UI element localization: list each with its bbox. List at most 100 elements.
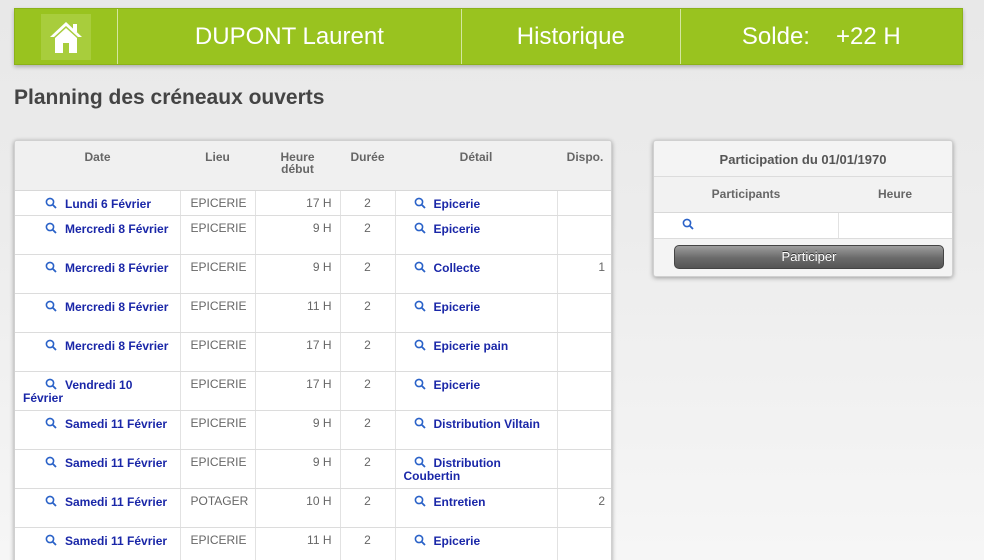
date-link[interactable]: Samedi 11 Février	[65, 417, 167, 431]
magnifier-icon[interactable]	[45, 417, 57, 431]
duree-cell: 2	[340, 254, 396, 294]
col-header-heure: Heure	[838, 177, 952, 213]
date-link[interactable]: Mercredi 8 Février	[65, 261, 168, 275]
participant-cell[interactable]	[654, 212, 839, 239]
heure-cell: 9 H	[255, 215, 341, 255]
detail-cell[interactable]: Distribution Viltain	[395, 410, 558, 450]
col-header-duree[interactable]: Durée	[340, 141, 395, 191]
magnifier-icon[interactable]	[45, 222, 57, 236]
lieu-cell: POTAGER	[180, 488, 256, 528]
dispo-cell	[557, 332, 611, 372]
col-header-heure-debut[interactable]: Heure début	[255, 141, 340, 191]
dispo-cell	[557, 190, 611, 216]
table-row: Vendredi 10 Février EPICERIE 17 H 2 Epicerie	[15, 371, 611, 411]
lieu-cell: EPICERIE	[180, 332, 256, 372]
duree-cell: 2	[340, 332, 396, 372]
table-row: Mercredi 8 Février EPICERIE 11 H 2 Epicerie	[15, 293, 611, 333]
date-cell[interactable]: Samedi 11 Février	[15, 488, 181, 528]
date-cell[interactable]: Mercredi 8 Février	[15, 293, 181, 333]
detail-cell[interactable]: Epicerie	[395, 190, 558, 216]
date-cell[interactable]: Mercredi 8 Février	[15, 332, 181, 372]
magnifier-icon[interactable]	[414, 495, 426, 509]
lieu-cell: EPICERIE	[180, 293, 256, 333]
dispo-cell	[557, 215, 611, 255]
col-header-date[interactable]: Date	[15, 141, 180, 191]
detail-link[interactable]: Epicerie pain	[434, 339, 509, 353]
magnifier-icon[interactable]	[414, 339, 426, 353]
solde-display: Solde: +22 H	[681, 9, 962, 64]
detail-cell[interactable]: Entretien	[395, 488, 558, 528]
detail-link[interactable]: Distribution Viltain	[434, 417, 540, 431]
date-cell[interactable]: Mercredi 8 Février	[15, 215, 181, 255]
participation-table: Participants Heure	[654, 177, 952, 239]
date-link[interactable]: Samedi 11 Février	[65, 495, 167, 509]
duree-cell: 2	[340, 527, 396, 560]
duree-cell: 2	[340, 488, 396, 528]
detail-cell[interactable]: Epicerie pain	[395, 332, 558, 372]
date-link[interactable]: Mercredi 8 Février	[65, 339, 168, 353]
lieu-cell: EPICERIE	[180, 190, 256, 216]
detail-cell[interactable]: Epicerie	[395, 527, 558, 560]
dispo-cell	[557, 371, 611, 411]
participant-heure-cell	[838, 212, 952, 239]
table-row: Samedi 11 Février EPICERIE 9 H 2 Distributio…	[15, 449, 611, 489]
participer-button[interactable]: Participer	[674, 244, 944, 269]
detail-cell[interactable]: Collecte	[395, 254, 558, 294]
heure-cell: 9 H	[255, 410, 341, 450]
magnifier-icon[interactable]	[45, 339, 57, 353]
magnifier-icon[interactable]	[414, 261, 426, 275]
date-link[interactable]: Samedi 11 Février	[65, 534, 167, 548]
table-row: Mercredi 8 Février EPICERIE 17 H 2 Epicerie …	[15, 332, 611, 372]
planning-table-panel: Date Lieu Heure début Durée Détail Dispo…	[14, 140, 612, 560]
magnifier-icon[interactable]	[682, 218, 694, 232]
detail-link[interactable]: Epicerie	[434, 378, 481, 392]
solde-value: +22 H	[835, 22, 901, 50]
magnifier-icon[interactable]	[414, 197, 426, 211]
historique-link[interactable]: Historique	[462, 9, 681, 64]
date-link[interactable]: Vendredi 10 Février	[23, 378, 132, 405]
date-cell[interactable]: Mercredi 8 Février	[15, 254, 181, 294]
date-cell[interactable]: Samedi 11 Février	[15, 410, 181, 450]
date-cell[interactable]: Samedi 11 Février	[15, 527, 181, 560]
lieu-cell: EPICERIE	[180, 410, 256, 450]
detail-cell[interactable]: Epicerie	[395, 293, 558, 333]
date-link[interactable]: Mercredi 8 Février	[65, 300, 168, 314]
user-name[interactable]: DUPONT Laurent	[118, 9, 463, 64]
duree-cell: 2	[340, 410, 396, 450]
heure-cell: 10 H	[255, 488, 341, 528]
magnifier-icon[interactable]	[414, 456, 426, 470]
detail-link[interactable]: Epicerie	[434, 197, 481, 211]
detail-link[interactable]: Entretien	[434, 495, 486, 509]
col-header-lieu[interactable]: Lieu	[180, 141, 255, 191]
magnifier-icon[interactable]	[414, 417, 426, 431]
detail-link[interactable]: Epicerie	[434, 534, 481, 548]
magnifier-icon[interactable]	[45, 456, 57, 470]
table-row: Mercredi 8 Février EPICERIE 9 H 2 Epicerie	[15, 215, 611, 255]
magnifier-icon[interactable]	[45, 534, 57, 548]
date-link[interactable]: Mercredi 8 Février	[65, 222, 168, 236]
detail-link[interactable]: Epicerie	[434, 300, 481, 314]
magnifier-icon[interactable]	[45, 495, 57, 509]
magnifier-icon[interactable]	[45, 197, 57, 211]
detail-cell[interactable]: Epicerie	[395, 371, 558, 411]
magnifier-icon[interactable]	[45, 300, 57, 314]
table-row: Samedi 11 Février EPICERIE 11 H 2 Epicerie	[15, 527, 611, 560]
detail-link[interactable]: Collecte	[434, 261, 481, 275]
magnifier-icon[interactable]	[414, 300, 426, 314]
magnifier-icon[interactable]	[414, 222, 426, 236]
col-header-detail[interactable]: Détail	[395, 141, 557, 191]
col-header-dispo[interactable]: Dispo.	[557, 141, 611, 191]
detail-cell[interactable]: Epicerie	[395, 215, 558, 255]
magnifier-icon[interactable]	[45, 378, 57, 392]
date-link[interactable]: Lundi 6 Février	[65, 197, 151, 211]
home-button[interactable]	[40, 13, 91, 60]
detail-link[interactable]: Epicerie	[434, 222, 481, 236]
date-cell[interactable]: Vendredi 10 Février	[15, 371, 181, 411]
detail-cell[interactable]: Distribution Coubertin	[395, 449, 558, 489]
magnifier-icon[interactable]	[414, 534, 426, 548]
date-link[interactable]: Samedi 11 Février	[65, 456, 167, 470]
date-cell[interactable]: Lundi 6 Février	[15, 190, 181, 216]
magnifier-icon[interactable]	[45, 261, 57, 275]
magnifier-icon[interactable]	[414, 378, 426, 392]
date-cell[interactable]: Samedi 11 Février	[15, 449, 181, 489]
